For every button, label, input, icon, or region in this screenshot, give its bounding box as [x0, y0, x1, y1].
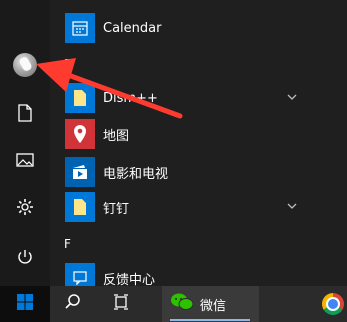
windows-logo-icon [16, 293, 34, 315]
taskbar: 微信 [0, 286, 347, 322]
wechat-icon [170, 292, 194, 316]
chrome-icon [321, 293, 344, 315]
task-view-button[interactable] [103, 286, 139, 322]
search-icon [64, 293, 82, 315]
wechat-label: 微信 [200, 298, 227, 314]
start-button[interactable] [0, 286, 50, 322]
task-view-icon [112, 293, 130, 315]
search-button[interactable] [55, 286, 91, 322]
wechat-taskbar-button[interactable]: 微信 [170, 286, 260, 322]
annotation-arrow [36, 58, 183, 119]
active-indicator [170, 319, 250, 321]
chrome-taskbar-button[interactable] [318, 286, 347, 322]
